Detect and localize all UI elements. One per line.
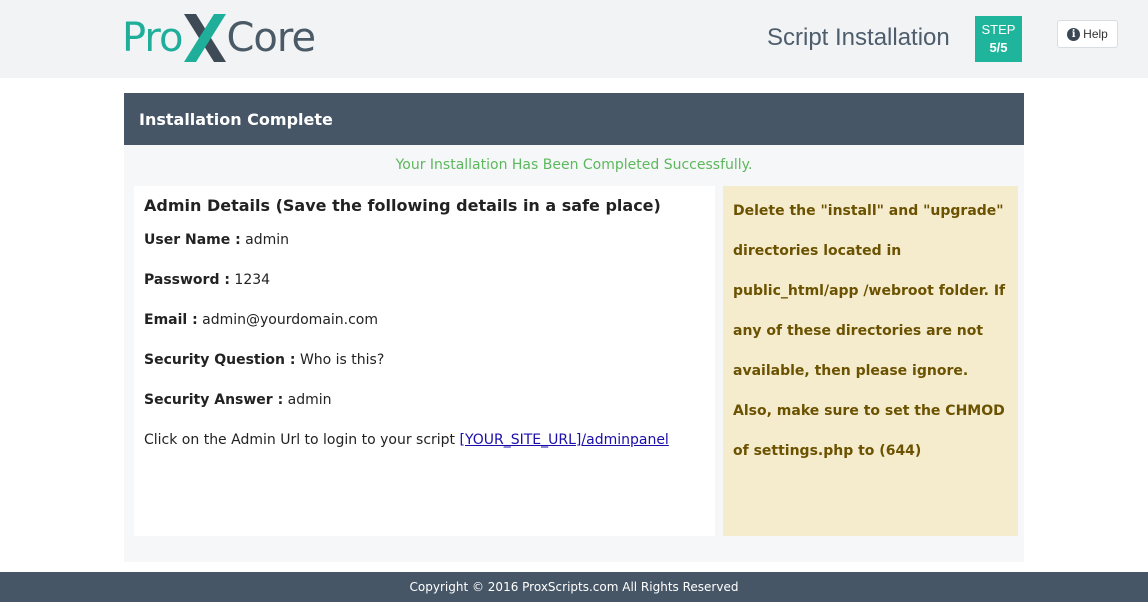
detail-row-email: Email : admin@yourdomain.com — [144, 312, 705, 352]
detail-label: Security Question : — [144, 352, 296, 368]
success-message: Your Installation Has Been Completed Suc… — [395, 157, 753, 173]
logo-text-pro: Pro — [122, 15, 183, 61]
detail-value: 1234 — [234, 272, 271, 288]
info-icon: i — [1067, 27, 1081, 41]
notice-box: Delete the "install" and "upgrade" direc… — [723, 186, 1018, 536]
step-value: 5/5 — [989, 40, 1008, 55]
admin-details-box: Admin Details (Save the following detail… — [134, 186, 715, 536]
admin-details-heading: Admin Details (Save the following detail… — [144, 196, 661, 215]
detail-label: Email : — [144, 312, 198, 328]
help-button[interactable]: i Help — [1057, 20, 1118, 48]
proxcore-logo[interactable]: Pro Core — [122, 12, 316, 64]
admin-url-link[interactable]: [YOUR_SITE_URL]/adminpanel — [460, 432, 669, 448]
detail-label: Password : — [144, 272, 230, 288]
detail-label: User Name : — [144, 232, 241, 248]
detail-row-password: Password : 1234 — [144, 272, 705, 312]
panel-heading: Installation Complete — [124, 93, 1024, 145]
detail-value: admin@yourdomain.com — [202, 312, 379, 328]
step-label: STEP — [981, 22, 1016, 37]
step-badge: STEP 5/5 — [975, 16, 1022, 62]
admin-url-text: Click on the Admin Url to login to your … — [144, 432, 456, 448]
logo-text-core: Core — [226, 15, 316, 61]
detail-value: Who is this? — [299, 352, 385, 368]
notice-text: Delete the "install" and "upgrade" direc… — [733, 203, 1006, 459]
detail-value: admin — [287, 392, 332, 408]
installation-panel: Installation Complete Your Installation … — [124, 93, 1024, 562]
copyright-text: Copyright © 2016 ProxScripts.com All Rig… — [409, 580, 739, 594]
detail-value: admin — [245, 232, 290, 248]
top-header: Pro Core Script Installation STEP 5/5 i … — [0, 0, 1148, 78]
detail-row-security-question: Security Question : Who is this? — [144, 352, 705, 392]
detail-label: Security Answer : — [144, 392, 284, 408]
page-title: Script Installation — [767, 24, 950, 51]
x-logo-icon — [182, 12, 228, 64]
admin-url-line: Click on the Admin Url to login to your … — [144, 432, 705, 448]
footer: Copyright © 2016 ProxScripts.com All Rig… — [0, 572, 1148, 602]
help-label: Help — [1083, 27, 1108, 41]
detail-row-username: User Name : admin — [144, 232, 705, 272]
detail-row-security-answer: Security Answer : admin — [144, 392, 705, 432]
